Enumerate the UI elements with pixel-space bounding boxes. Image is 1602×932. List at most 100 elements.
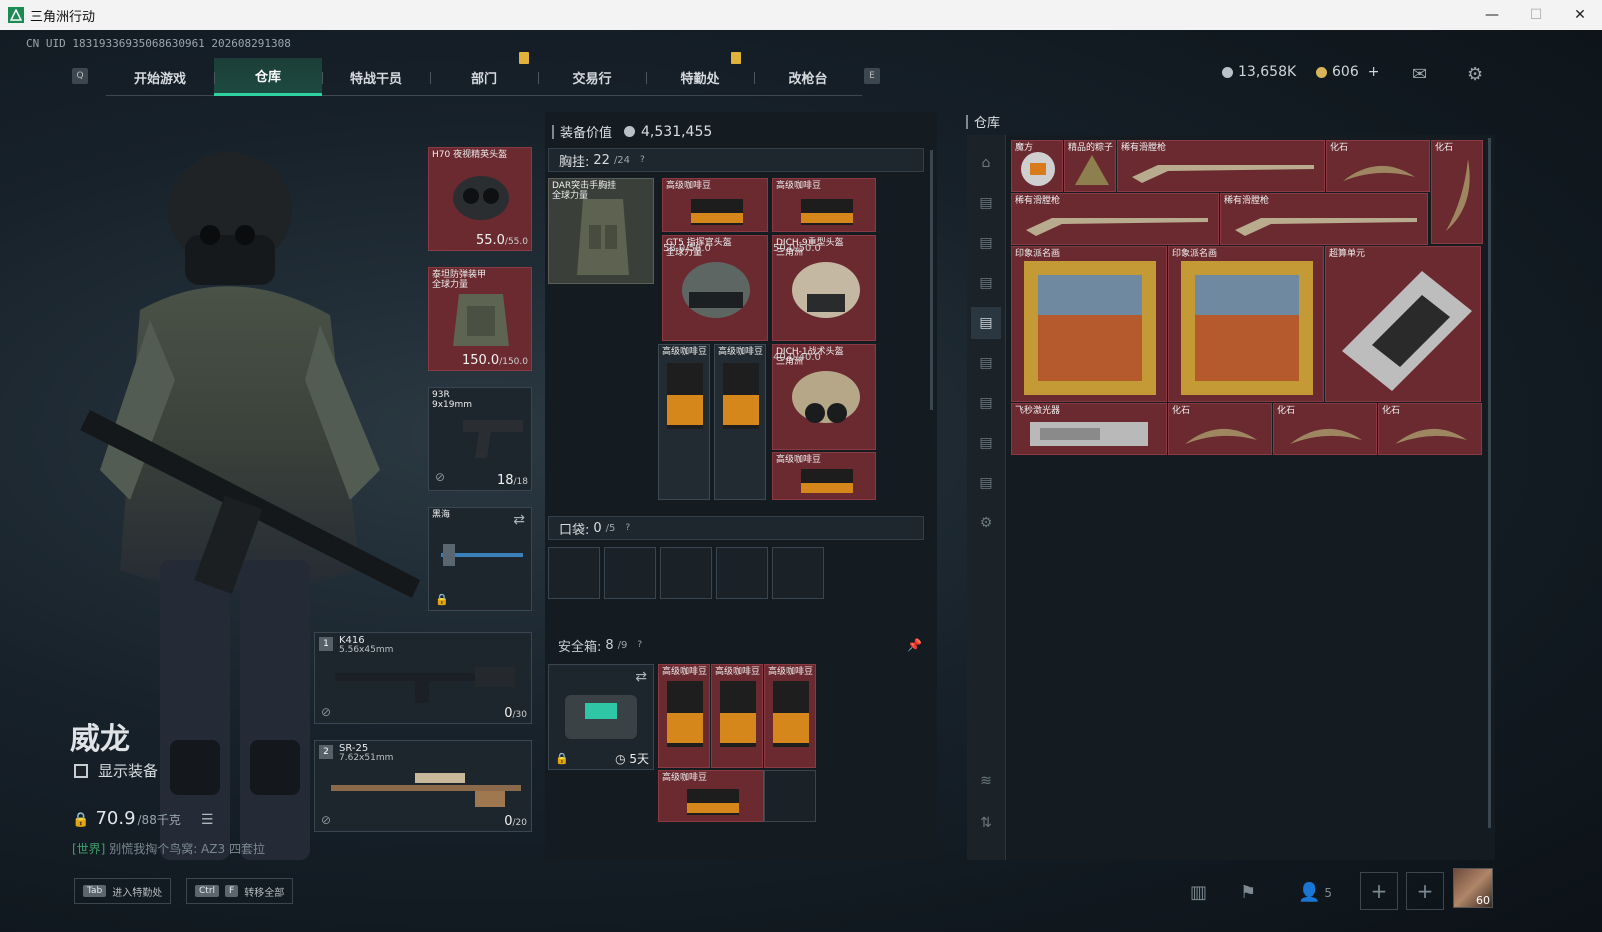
sort-icon[interactable]: ⇅ (971, 807, 1001, 839)
transfer-all-hint[interactable]: Ctrl F 转移全部 (186, 878, 294, 904)
world-chat[interactable]: [世界] 别慌我掏个鸟窝: AZ3 四套拉 (72, 840, 265, 857)
gt5-helmet-item[interactable]: GT5 指挥官头盔 全球力量 58.0/58.0 (662, 235, 768, 341)
item-label: 高级咖啡豆 (768, 667, 814, 677)
coffee-bean-item-tall[interactable]: 高级咖啡豆 (658, 664, 710, 768)
coffee-bean-item[interactable]: 高级咖啡豆 (772, 452, 876, 500)
zongzi-item[interactable]: 精品的粽子 (1064, 140, 1116, 192)
storage-page-icon[interactable]: ▤ (971, 187, 1001, 219)
coffee-bag-icon (773, 681, 809, 747)
pocket-slot[interactable] (716, 547, 768, 599)
pocket-label: 口袋: (559, 522, 590, 538)
tab-gunsmith[interactable]: 改枪台 (754, 58, 862, 96)
dich9-helmet-item[interactable]: DICH-9重型头盔 三角洲 50.0/50.0 (772, 235, 876, 341)
helmet-item-icon (792, 371, 860, 423)
axe-item-icon (441, 544, 523, 566)
tab-start-game[interactable]: 开始游戏 (106, 58, 214, 96)
team-members[interactable]: 👤 5 (1298, 882, 1332, 903)
storage-page-icon[interactable]: ▤ (971, 387, 1001, 419)
dich1-helmet-item[interactable]: DICH-1战术头盔 三角洲 40.0/40.0 (772, 344, 876, 450)
mail-icon[interactable]: ✉ (1412, 64, 1427, 85)
rare-musket-item[interactable]: 稀有滑膛枪 (1011, 193, 1219, 245)
claw-fossil-icon (1290, 428, 1362, 444)
tab-trade[interactable]: 交易行 (538, 58, 646, 96)
armor-slot[interactable]: 泰坦防弹装甲 全球力量 150.0/150.0 (428, 267, 532, 371)
fossil-item[interactable]: 化石 (1431, 140, 1483, 244)
storage-settings-icon[interactable]: ⚙ (971, 507, 1001, 539)
musket-item-icon (1026, 218, 1208, 236)
player-avatar[interactable]: 60 (1453, 868, 1493, 908)
enter-special-ops-hint[interactable]: Tab 进入特勤处 (74, 878, 172, 904)
fossil-item[interactable]: 化石 (1378, 403, 1482, 455)
pocket-slot[interactable] (772, 547, 824, 599)
help-icon[interactable]: ? (637, 640, 642, 650)
storage-page-icon[interactable]: ▤ (971, 307, 1001, 339)
coffee-bean-item[interactable]: 高级咖啡豆 (772, 178, 876, 232)
primary-weapon-slot[interactable]: 1 K416 5.56x45mm ⊘ 0/30 (314, 632, 532, 724)
pin-icon[interactable]: 📌 (907, 638, 922, 652)
storage-page-icon[interactable]: ▤ (971, 347, 1001, 379)
storage-tab-bar: ⌂ ▤ ▤ ▤ ▤ ▤ ▤ ▤ ▤ ⚙ ≋ ⇅ (967, 135, 1005, 860)
invite-slot-button[interactable]: + (1360, 872, 1398, 910)
swap-icon[interactable]: ⇄ (635, 669, 647, 685)
item-label: GT5 指挥官头盔 全球力量 (666, 238, 732, 258)
pocket-slot[interactable] (660, 547, 712, 599)
femtosecond-laser-item[interactable]: 飞秒激光器 (1011, 403, 1167, 455)
pistol-slot[interactable]: 93R 9x19mm ⊘ 18/18 (428, 387, 532, 491)
coffee-bean-item-tall[interactable]: 高级咖啡豆 (764, 664, 816, 768)
rare-musket-item[interactable]: 稀有滑膛枪 (1220, 193, 1428, 245)
layers-icon[interactable]: ≋ (971, 765, 1001, 797)
stats-chart-icon[interactable]: ▥ (1190, 882, 1207, 903)
cube-item[interactable]: 魔方 (1011, 140, 1063, 192)
pocket-slot[interactable] (604, 547, 656, 599)
coffee-bag-icon (667, 681, 703, 747)
rare-musket-item[interactable]: 稀有滑膛枪 (1117, 140, 1325, 192)
equipment-scrollbar[interactable] (930, 150, 933, 410)
list-icon[interactable]: ☰ (201, 812, 214, 828)
coffee-bean-item[interactable]: 高级咖啡豆 (658, 770, 764, 822)
supercomputer-unit-item[interactable]: 超算单元 (1325, 246, 1481, 402)
flag-icon[interactable]: ⚑ (1240, 882, 1256, 903)
chest-rig-slot[interactable]: DAR突击手胸挂 全球力量 (548, 178, 654, 284)
item-label: 化石 (1330, 143, 1349, 153)
fossil-item[interactable]: 化石 (1326, 140, 1430, 192)
helmet-slot[interactable]: H70 夜视精英头盔 55.0/55.0 (428, 147, 532, 251)
close-button[interactable]: ✕ (1558, 0, 1602, 30)
coffee-bean-item-tall[interactable]: 高级咖啡豆 (714, 344, 766, 500)
coffee-bean-item[interactable]: 高级咖啡豆 (662, 178, 768, 232)
storage-all-icon[interactable]: ⌂ (971, 147, 1001, 179)
show-gear-toggle[interactable]: 显示装备 (74, 760, 158, 781)
storage-page-icon[interactable]: ▤ (971, 267, 1001, 299)
coffee-bean-item-tall[interactable]: 高级咖啡豆 (658, 344, 710, 500)
storage-page-icon[interactable]: ▤ (971, 467, 1001, 499)
impressionist-painting-item[interactable]: 印象派名画 (1011, 246, 1167, 402)
show-gear-checkbox[interactable] (74, 763, 88, 778)
item-label: 高级咖啡豆 (666, 181, 712, 191)
storage-page-icon[interactable]: ▤ (971, 427, 1001, 459)
safe-box-empty-slot[interactable] (764, 770, 816, 822)
help-icon[interactable]: ? (640, 155, 645, 165)
pocket-slot[interactable] (548, 547, 600, 599)
nav-next-key[interactable]: E (864, 68, 880, 84)
melee-slot[interactable]: 黑海 ⇄ 🔒 (428, 507, 532, 611)
fossil-item[interactable]: 化石 (1168, 403, 1272, 455)
swap-icon[interactable]: ⇄ (513, 512, 525, 528)
minimize-button[interactable]: — (1470, 0, 1514, 30)
fossil-item[interactable]: 化石 (1273, 403, 1377, 455)
invite-slot-button[interactable]: + (1406, 872, 1444, 910)
coffee-bean-item-tall[interactable]: 高级咖啡豆 (711, 664, 763, 768)
tab-warehouse[interactable]: 仓库 (214, 58, 322, 96)
storage-scrollbar[interactable] (1488, 138, 1491, 828)
claw-fossil-icon (1185, 428, 1257, 444)
impressionist-painting-item[interactable]: 印象派名画 (1168, 246, 1324, 402)
nav-prev-key[interactable]: Q (72, 68, 88, 84)
add-currency-button[interactable]: + (1368, 64, 1380, 80)
tab-operators[interactable]: 特战干员 (322, 58, 430, 96)
settings-gear-icon[interactable]: ⚙ (1467, 64, 1483, 85)
secondary-weapon-slot[interactable]: 2 SR-25 7.62x51mm ⊘ 0/20 (314, 740, 532, 832)
safe-box-slot[interactable]: ⇄ 🔒 ◷ 5天 (548, 664, 654, 770)
help-icon[interactable]: ? (625, 523, 630, 533)
window-titlebar: 三角洲行动 — ☐ ✕ (0, 0, 1602, 30)
storage-page-icon[interactable]: ▤ (971, 227, 1001, 259)
maximize-button[interactable]: ☐ (1514, 0, 1558, 30)
item-label: 高级咖啡豆 (715, 667, 761, 677)
